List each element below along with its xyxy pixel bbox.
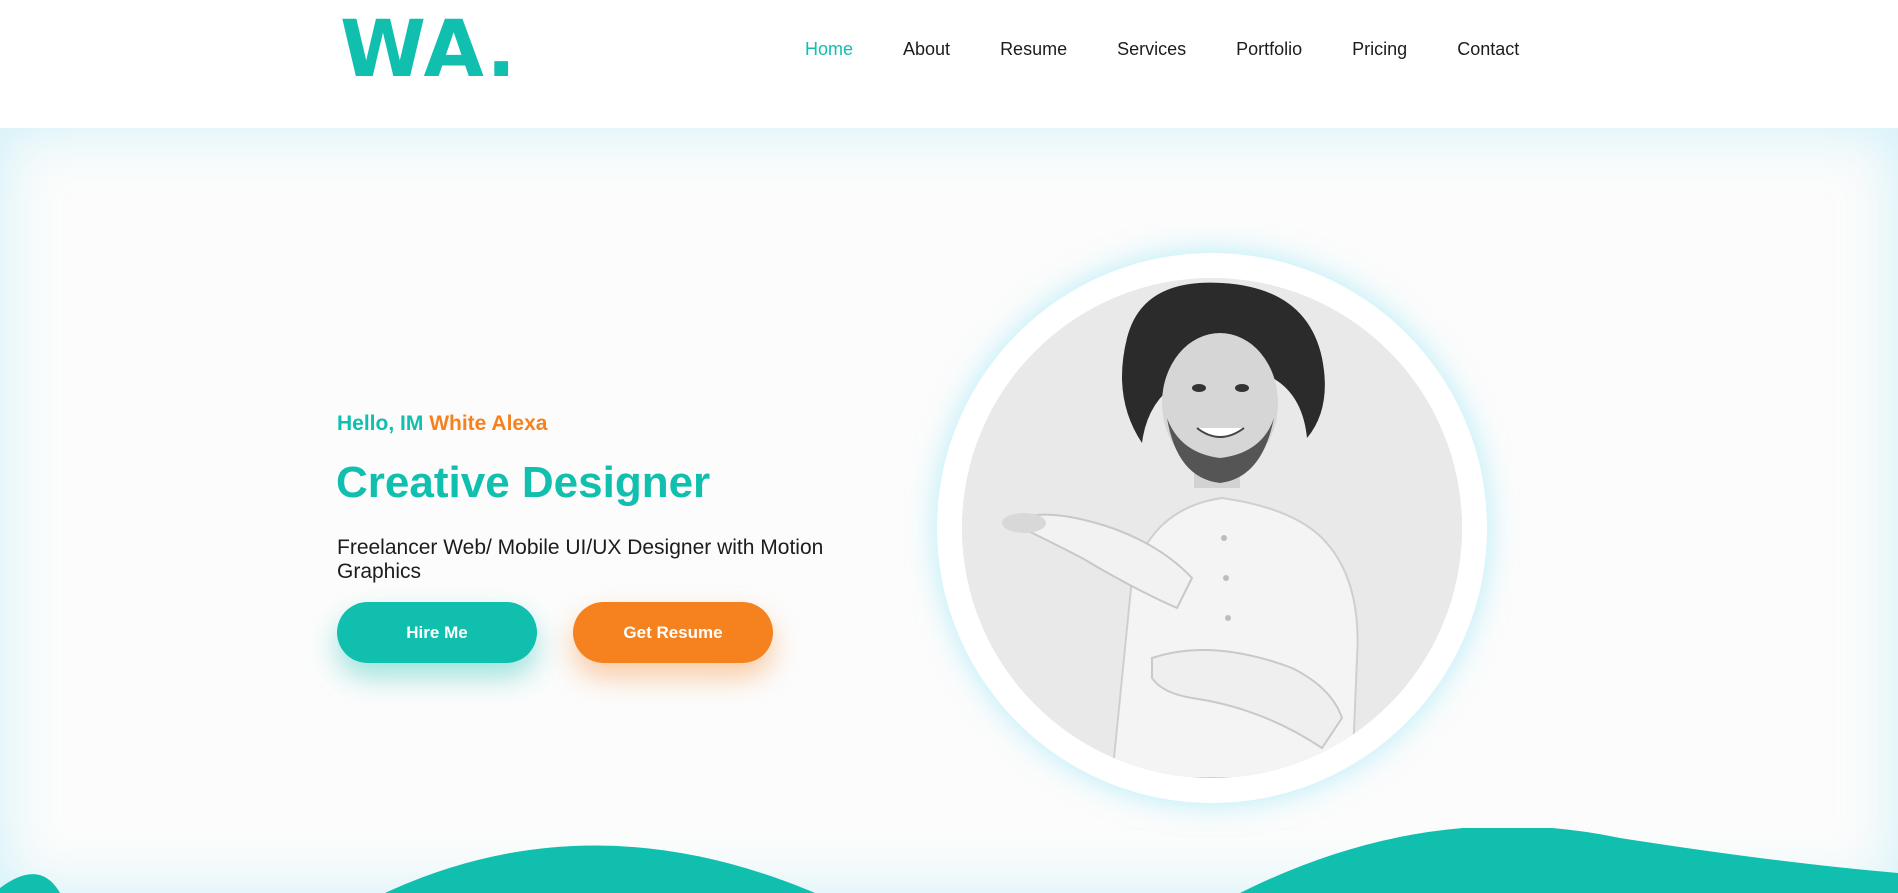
logo[interactable]: WA. xyxy=(340,6,517,94)
greeting-prefix: Hello, IM xyxy=(337,412,430,435)
wave-decoration xyxy=(0,828,1898,893)
main-nav: Home About Resume Services Portfolio Pri… xyxy=(805,36,1519,62)
hero-subtitle: Freelancer Web/ Mobile UI/UX Designer wi… xyxy=(337,536,824,583)
nav-item-resume[interactable]: Resume xyxy=(1000,36,1067,62)
nav-item-services[interactable]: Services xyxy=(1117,36,1186,62)
greeting-name: White Alexa xyxy=(429,412,548,435)
nav-item-pricing[interactable]: Pricing xyxy=(1352,36,1407,62)
nav-item-home[interactable]: Home xyxy=(805,36,853,62)
nav-item-about[interactable]: About xyxy=(903,36,950,62)
nav-item-portfolio[interactable]: Portfolio xyxy=(1236,36,1302,62)
site-header: WA. Home About Resume Services Portfolio… xyxy=(0,0,1898,128)
portrait-frame xyxy=(937,253,1487,803)
hero-title: Creative Designer xyxy=(336,458,711,507)
profile-photo xyxy=(962,278,1462,778)
portrait-illustration xyxy=(962,278,1462,778)
get-resume-button[interactable]: Get Resume xyxy=(573,602,773,663)
hero-section: Hello, IM White Alexa Creative Designer … xyxy=(0,128,1898,893)
nav-item-contact[interactable]: Contact xyxy=(1457,36,1519,62)
hire-me-button[interactable]: Hire Me xyxy=(337,602,537,663)
hero-greeting: Hello, IM White Alexa xyxy=(337,412,547,436)
